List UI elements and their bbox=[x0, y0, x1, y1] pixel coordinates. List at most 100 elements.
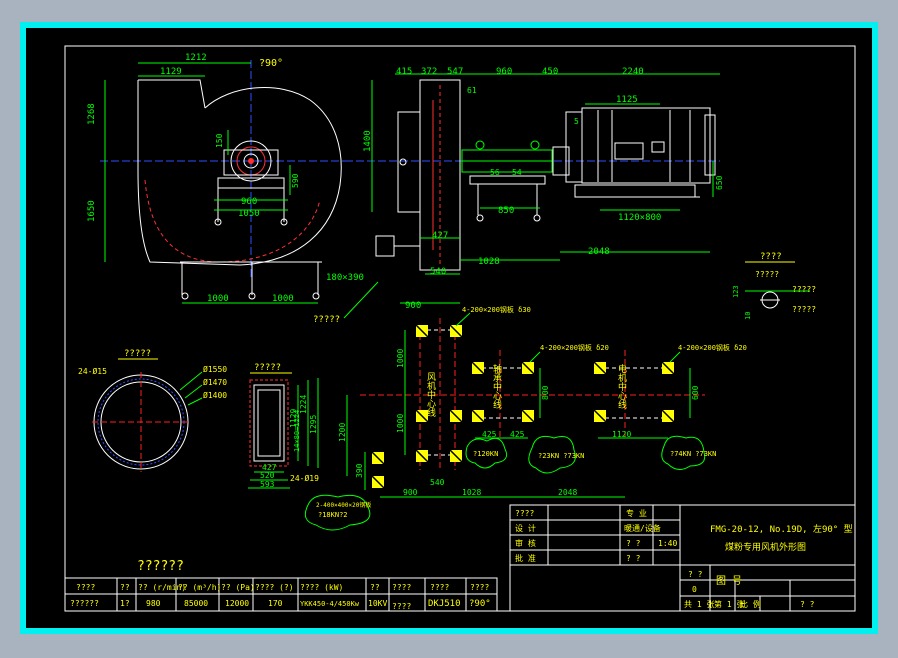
detail-title: ???? bbox=[760, 252, 782, 262]
bolt-callout-3: 4-200×200钢板 δ20 bbox=[678, 343, 747, 352]
base-dim-425b: 425 bbox=[510, 430, 525, 439]
base-dim-1200: 1200 bbox=[338, 423, 347, 442]
dim-590: 590 bbox=[291, 173, 300, 188]
tb-row-0: ???? bbox=[515, 509, 534, 518]
param-value-6: YKK450-4/450Kw bbox=[300, 600, 360, 608]
flange-title: ????? bbox=[124, 349, 151, 359]
detail-label-1: ????? bbox=[755, 270, 779, 279]
detail-dim-10: 10 bbox=[744, 312, 752, 320]
flange-holes: 24-Ø15 bbox=[78, 366, 107, 376]
bolt-callout-1: 4-200×200钢板 δ30 bbox=[462, 305, 531, 314]
param-value-4: 12000 bbox=[225, 599, 249, 608]
dim-1212: 1212 bbox=[185, 53, 207, 63]
dim-1125: 1125 bbox=[616, 95, 638, 105]
rotation-label: ?90° bbox=[259, 58, 283, 69]
dim-5: 5 bbox=[574, 117, 579, 126]
rect-flange-view: ????? 1129 1224 1295 14×80=1224 427 520 … bbox=[248, 363, 319, 489]
detail-label-3: ????? bbox=[792, 305, 816, 314]
tb-row-1: 设 计 bbox=[515, 523, 536, 533]
rect-dim-593: 593 bbox=[260, 480, 275, 489]
param-value-3: 85000 bbox=[184, 599, 208, 608]
rect-flange-title: ????? bbox=[254, 363, 281, 373]
param-header-4: ?? (Pa) bbox=[221, 583, 255, 592]
fan-centerline-label: 风机中心线 bbox=[425, 372, 436, 417]
base-dim-425a: 425 bbox=[482, 430, 497, 439]
dim-1129: 1129 bbox=[160, 67, 182, 77]
dim-547: 547 bbox=[447, 67, 463, 77]
detail-label-2: ????? bbox=[792, 285, 816, 294]
tb-header-col2: 专 业 bbox=[626, 508, 647, 518]
tb-title-line2: 煤粉专用风机外形图 bbox=[725, 541, 806, 553]
tb-title-line1: FMG-20-12, No.19D, 左90° 型 bbox=[710, 523, 853, 535]
dim-61: 61 bbox=[467, 86, 477, 95]
dim-900: 900 bbox=[405, 301, 421, 311]
base-dim-1028: 1028 bbox=[462, 488, 481, 497]
base-dim-390: 390 bbox=[355, 463, 364, 478]
dim-1028: 1028 bbox=[478, 257, 500, 267]
load-3: ?74KN ?73KN bbox=[670, 450, 716, 458]
base-dim-900: 900 bbox=[403, 488, 418, 497]
dim-1120x800: 1120×800 bbox=[618, 213, 661, 223]
param-header-9: ???? bbox=[430, 583, 449, 592]
tb-footer-2: 比 例 bbox=[740, 599, 761, 609]
rect-holes: 24-Ø19 bbox=[290, 473, 319, 483]
tb-footer-3: ? ? bbox=[800, 600, 815, 609]
dim-56: 56 bbox=[490, 168, 500, 177]
tb-col2-1: ? ? bbox=[626, 539, 641, 548]
base-dim-600: 600 bbox=[691, 385, 700, 400]
rect-dim-14x80: 14×80=1224 bbox=[293, 410, 301, 452]
params-section-title: ?????? bbox=[137, 559, 184, 574]
dim-2048: 2048 bbox=[588, 247, 610, 257]
flange-d1400: Ø1400 bbox=[203, 390, 227, 400]
dim-540: 540 bbox=[430, 267, 446, 277]
param-value-5: 170 bbox=[268, 599, 283, 608]
dim-180x390: 180×390 bbox=[326, 273, 364, 283]
load-4: ?18KN?2 bbox=[318, 511, 348, 519]
param-value-9: DKJ510 bbox=[428, 599, 461, 609]
load-1: ?120KN bbox=[473, 450, 498, 458]
load-2: ?23KN ?73KN bbox=[538, 452, 584, 460]
base-dim-2048: 2048 bbox=[558, 488, 577, 497]
dim-427: 427 bbox=[432, 231, 448, 241]
param-value-0: ?????? bbox=[70, 599, 99, 608]
side-view: 415 372 547 960 450 2240 1125 1400 61 5 … bbox=[313, 67, 724, 325]
tb-drawing-no-label: 图 号 bbox=[716, 575, 742, 587]
dim-850: 850 bbox=[498, 206, 514, 216]
param-header-10: ???? bbox=[470, 583, 489, 592]
foundation-plan: 风机中心线 轴承中心线 电机中心线 4-200×200钢板 δ30 4-200×… bbox=[304, 305, 747, 531]
tb-row-2: 审 核 bbox=[515, 538, 536, 548]
param-header-1: ?? bbox=[120, 583, 130, 592]
dim-650: 650 bbox=[715, 175, 724, 190]
base-dim-1120: 1120 bbox=[612, 430, 631, 439]
param-header-6: ???? (kW) bbox=[300, 583, 343, 592]
base-dim-540: 540 bbox=[430, 478, 445, 487]
dim-2240: 2240 bbox=[622, 67, 644, 77]
tb-scale: 1:40 bbox=[658, 539, 677, 548]
title-block: ???? 设 计 审 核 批 准 专 业 暖通/设备 ? ? ? ? 1:40 … bbox=[509, 504, 856, 612]
detail-view: ???? ????? ????? ????? 123 10 bbox=[732, 252, 816, 320]
dim-960-side: 960 bbox=[496, 67, 512, 77]
tb-count-label: ? ? bbox=[688, 570, 703, 579]
tb-row-3: 批 准 bbox=[515, 553, 536, 563]
dim-450: 450 bbox=[542, 67, 558, 77]
dim-54: 54 bbox=[512, 168, 522, 177]
rect-dim-1295: 1295 bbox=[309, 415, 318, 434]
flange-view: ????? 24-Ø15 Ø1550 Ø1470 Ø1400 bbox=[78, 349, 227, 472]
param-header-8: ???? bbox=[392, 583, 411, 592]
params-table: ?????? ???? ?? ?? (r/min) ?? (m³/h) ?? (… bbox=[64, 559, 498, 612]
flange-d1470: Ø1470 bbox=[203, 377, 227, 387]
dim-150: 150 bbox=[215, 133, 224, 148]
param-value-1: 1? bbox=[120, 599, 130, 608]
dim-1000-left: 1000 bbox=[207, 294, 229, 304]
param-value-2: 980 bbox=[146, 599, 161, 608]
dim-1000-right: 1000 bbox=[272, 294, 294, 304]
flange-d1550: Ø1550 bbox=[203, 364, 227, 374]
dim-415: 415 bbox=[396, 67, 412, 77]
base-dim-1000a: 1000 bbox=[396, 349, 405, 368]
base-dim-1000b: 1000 bbox=[396, 414, 405, 433]
tb-footer-0: 共 1 张 bbox=[684, 600, 714, 609]
dim-1400: 1400 bbox=[363, 130, 373, 152]
tb-col2-0: 暖通/设备 bbox=[624, 523, 661, 533]
rect-dim-520: 520 bbox=[260, 471, 275, 480]
param-value-7: 10KV bbox=[368, 599, 387, 608]
